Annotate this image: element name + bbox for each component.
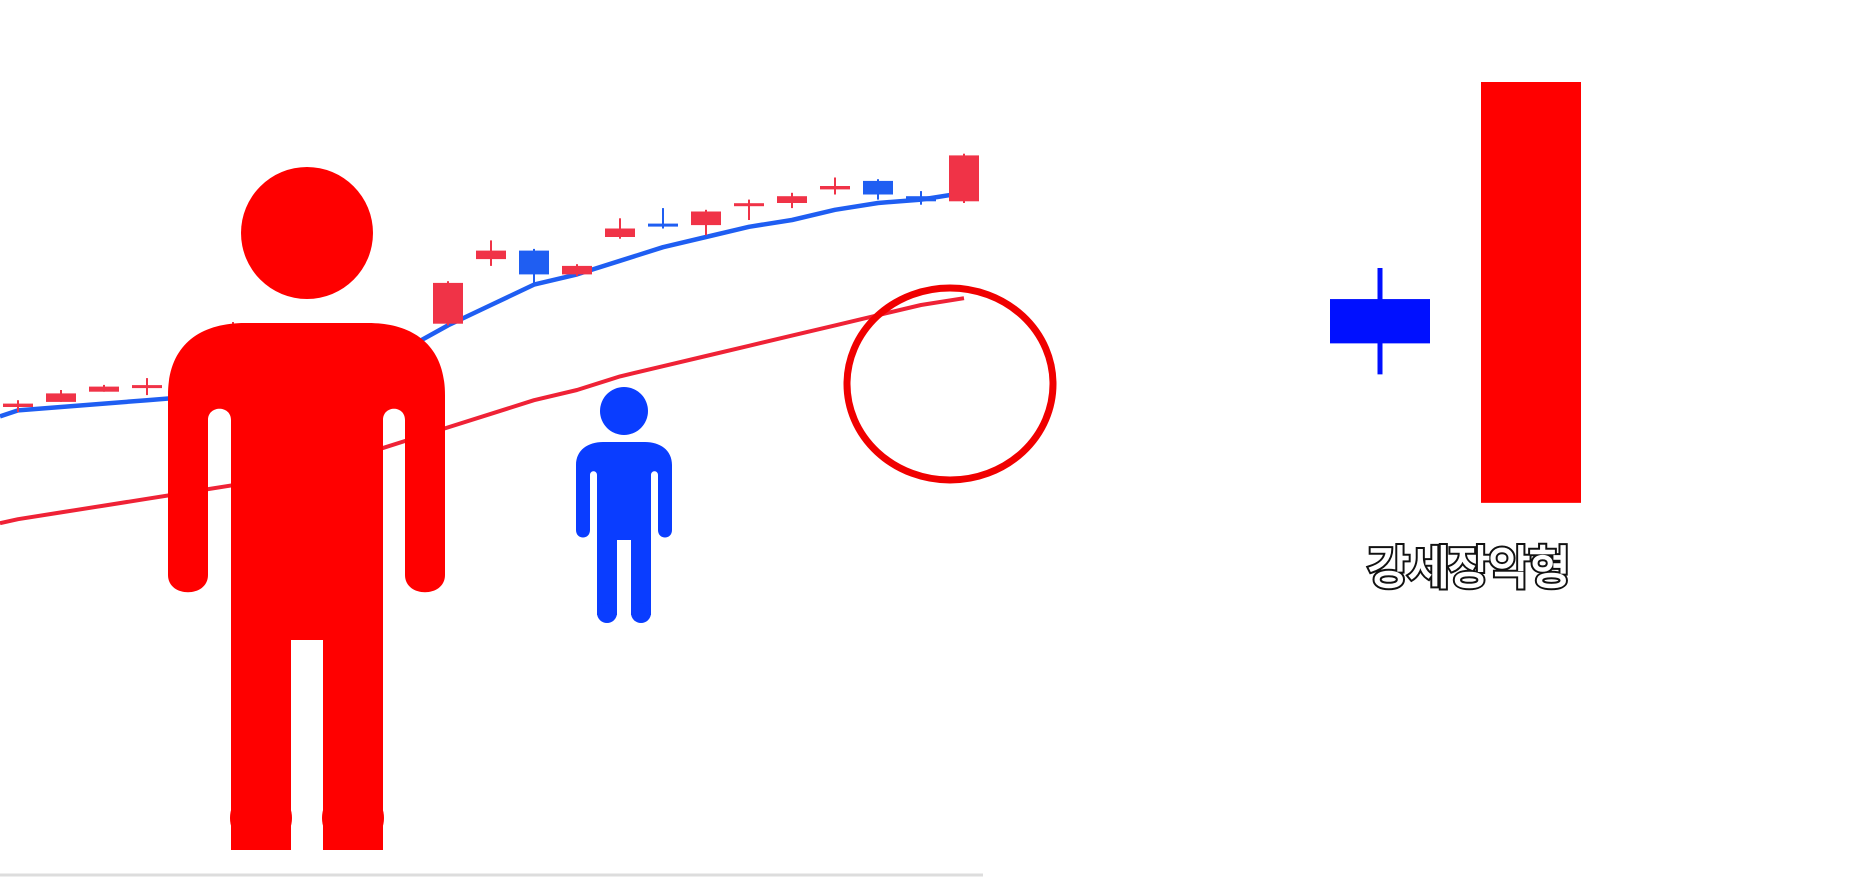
example-bullish-candle: [1481, 82, 1581, 503]
candle-body: [691, 211, 721, 226]
candle-body: [1330, 299, 1430, 344]
candle: [605, 218, 635, 239]
candle-body: [476, 250, 506, 260]
candle: [648, 208, 678, 229]
candle: [433, 281, 463, 326]
candle: [734, 199, 764, 220]
candlestick-chart: [0, 153, 983, 877]
candle-body: [433, 282, 463, 324]
candle-body: [89, 386, 119, 392]
candle-body: [605, 228, 635, 237]
candle: [519, 248, 549, 285]
candle-body: [562, 265, 592, 275]
candle-body: [1481, 82, 1581, 503]
candle: [691, 209, 721, 236]
candle: [132, 378, 162, 396]
candle: [89, 384, 119, 392]
candle-body: [519, 250, 549, 275]
candle-body: [820, 186, 850, 190]
candle-body: [777, 196, 807, 203]
pattern-caption: 강세장악형: [1367, 541, 1569, 595]
candle: [863, 179, 893, 200]
long-moving-average-line: [0, 296, 965, 526]
candle-body: [648, 223, 678, 227]
candle: [777, 192, 807, 209]
pattern-example-candles: [1330, 82, 1581, 503]
candle-body: [132, 385, 162, 389]
pattern-illustration: 강세장악형: [0, 82, 1581, 877]
candle-body: [863, 180, 893, 195]
big-person-icon: [168, 167, 445, 850]
candle-body: [46, 393, 76, 402]
candle: [949, 153, 979, 203]
candle: [562, 264, 592, 277]
candle-body: [906, 196, 936, 202]
candle-body: [3, 403, 33, 407]
small-person-icon: [576, 387, 672, 623]
candle-body: [734, 203, 764, 207]
candle-body: [949, 155, 979, 202]
highlight-circle: [843, 284, 1057, 484]
candle: [46, 390, 76, 402]
short-moving-average-line: [0, 190, 965, 419]
candle: [476, 240, 506, 266]
candle: [820, 177, 850, 195]
example-doji-candle: [1330, 268, 1430, 375]
